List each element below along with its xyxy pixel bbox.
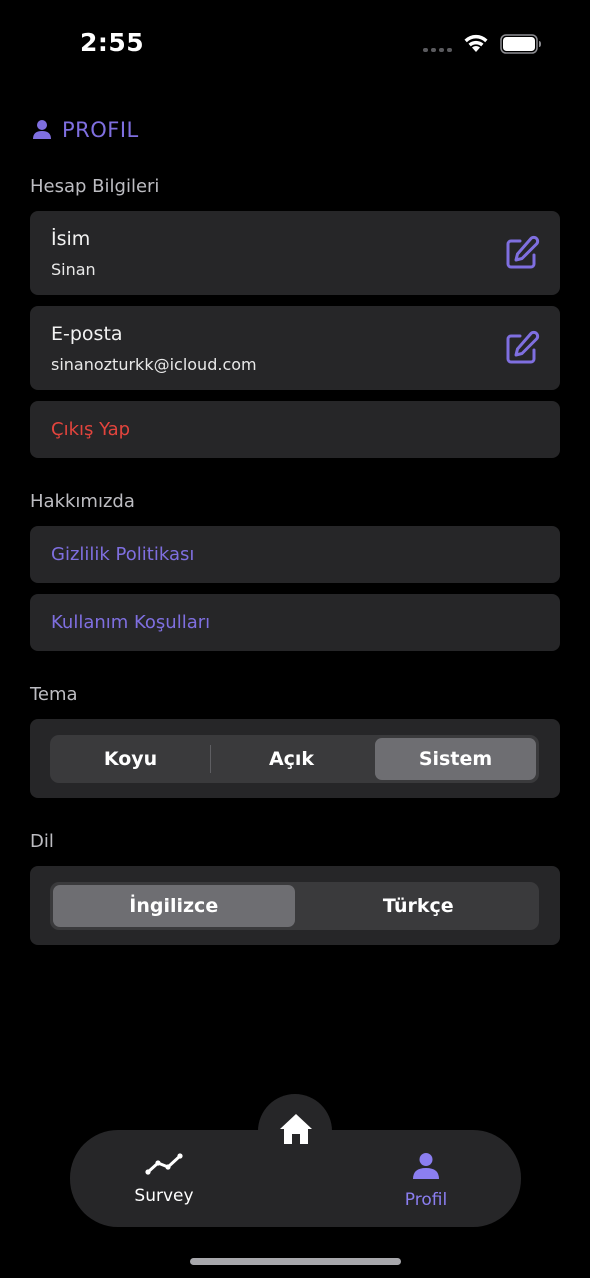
tab-profile-label: Profil [404,1190,448,1210]
theme-option-system[interactable]: Sistem [375,738,536,780]
person-icon [413,1153,439,1179]
battery-icon [500,34,541,54]
chart-line-icon [145,1153,183,1175]
page-header: PROFIL [32,118,139,142]
terms-of-use-link[interactable]: Kullanım Koşulları [30,594,560,651]
section-title-account: Hesap Bilgileri [30,176,160,197]
home-indicator [190,1258,401,1265]
status-bar: 2:55 [0,0,590,90]
theme-option-dark[interactable]: Koyu [50,735,211,783]
section-title-language: Dil [30,831,54,852]
edit-name-icon[interactable] [504,235,540,271]
logout-label: Çıkış Yap [51,419,131,440]
person-icon [33,120,51,139]
tab-profile[interactable]: Profil [366,1152,486,1210]
theme-segmented-control: Koyu Açık Sistem [50,735,539,783]
theme-card: Koyu Açık Sistem [30,719,560,798]
privacy-policy-link[interactable]: Gizlilik Politikası [30,526,560,583]
section-title-about: Hakkımızda [30,491,135,512]
name-value: Sinan [51,260,96,279]
cellular-signal-icon [423,48,452,52]
language-option-turkish[interactable]: Türkçe [298,882,540,930]
section-title-theme: Tema [30,684,78,705]
theme-option-light[interactable]: Açık [211,735,372,783]
tab-survey[interactable]: Survey [104,1152,224,1206]
status-time: 2:55 [80,28,145,57]
email-label: E-posta [51,323,123,345]
tab-survey-label: Survey [134,1186,194,1206]
name-row: İsim Sinan [30,211,560,295]
name-label: İsim [51,228,91,250]
edit-email-icon[interactable] [504,330,540,366]
language-card: İngilizce Türkçe [30,866,560,945]
home-icon[interactable] [278,1112,314,1146]
page-title: PROFIL [62,118,139,142]
wifi-icon [464,34,488,52]
language-segmented-control: İngilizce Türkçe [50,882,539,930]
privacy-policy-label: Gizlilik Politikası [51,544,195,565]
email-row: E-posta sinanozturkk@icloud.com [30,306,560,390]
language-option-english[interactable]: İngilizce [53,885,295,927]
logout-button[interactable]: Çıkış Yap [30,401,560,458]
terms-of-use-label: Kullanım Koşulları [51,612,211,633]
email-value: sinanozturkk@icloud.com [51,355,257,374]
